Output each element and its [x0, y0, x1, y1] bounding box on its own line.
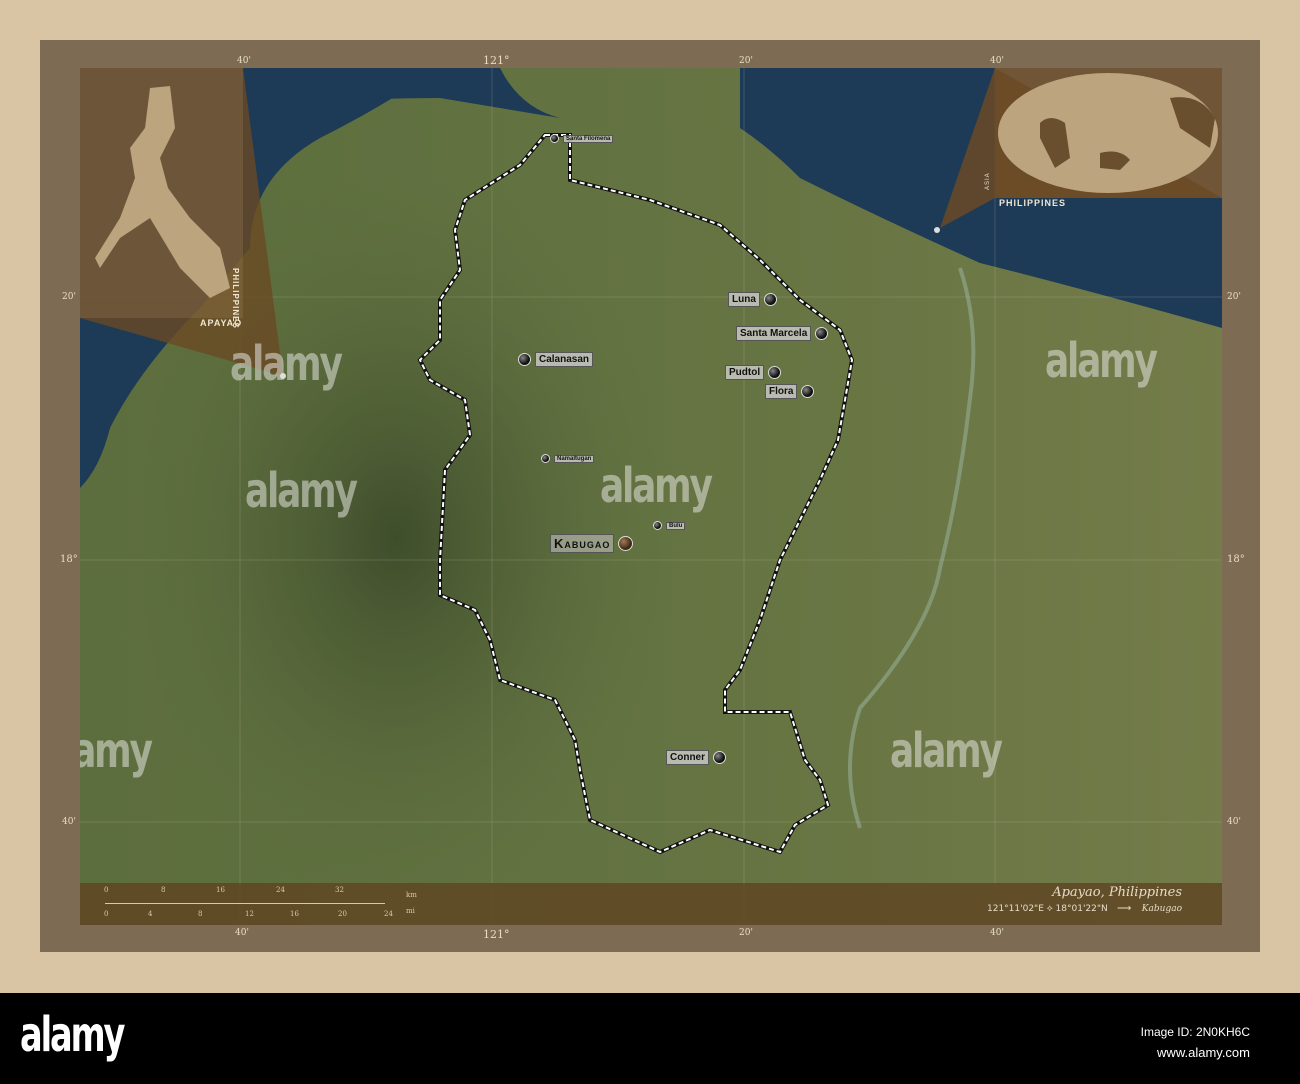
grid-tick-top: 121°	[483, 54, 510, 67]
place-flora[interactable]: Flora	[765, 384, 815, 399]
watermark: alamy	[600, 458, 713, 514]
settlement-marker	[815, 327, 829, 340]
inset-apayao-label: Apayao	[200, 318, 243, 328]
grid-tick-right: 18°	[1227, 554, 1245, 565]
place-namaltugan[interactable]: Namaltugan	[541, 454, 595, 463]
grid-tick-top: 40'	[990, 56, 1004, 66]
scale-mi-tick: 20	[338, 910, 347, 918]
settlement-marker	[768, 366, 782, 379]
place-conner[interactable]: Conner	[666, 750, 726, 765]
scale-mi-tick: 16	[290, 910, 299, 918]
grid-tick-right: 40'	[1227, 817, 1241, 827]
place-luna[interactable]: Luna	[728, 292, 777, 307]
place-santa-marcela[interactable]: Santa Marcela	[736, 326, 829, 341]
scale-km-tick: 32	[335, 886, 344, 894]
settlement-marker	[541, 454, 550, 463]
scale-km-unit: km	[406, 891, 417, 899]
grid-tick-bottom: 40'	[235, 928, 249, 938]
place-label: Kabugao	[550, 534, 615, 553]
settlement-marker	[763, 293, 777, 306]
place-label: Conner	[666, 750, 709, 765]
place-label: Pudtol	[725, 365, 765, 380]
grid-tick-bottom: 40'	[990, 928, 1004, 938]
settlement-marker	[653, 521, 662, 530]
grid-tick-bottom: 121°	[483, 928, 510, 941]
watermark: alamy	[230, 336, 343, 392]
grid-tick-top: 40'	[237, 56, 251, 66]
place-kabugao-capital[interactable]: Kabugao	[550, 534, 634, 553]
capital-marker	[618, 536, 634, 551]
scale-km-tick: 16	[216, 886, 225, 894]
scale-mi-tick: 24	[384, 910, 393, 918]
place-pudtol[interactable]: Pudtol	[725, 365, 782, 380]
watermark: alamy	[245, 463, 358, 519]
place-label: Santa Filomena	[563, 134, 614, 143]
watermark: alamy	[80, 723, 153, 779]
grid-tick-left: 20'	[62, 292, 76, 302]
settlement-marker	[550, 134, 559, 143]
inset-asia-label: Asia	[985, 172, 991, 190]
settlement-marker	[713, 751, 726, 764]
scale-mi-tick: 8	[198, 910, 203, 918]
scale-km-tick: 8	[161, 886, 166, 894]
scale-mi-tick: 0	[104, 910, 109, 918]
place-label: Namaltugan	[554, 454, 595, 463]
place-santa-filomena[interactable]: Santa Filomena	[550, 134, 614, 143]
place-label: Calanasan	[535, 352, 594, 367]
scale-km-tick: 0	[104, 886, 109, 894]
settlement-marker	[518, 353, 531, 366]
capital-coordinates: 121°11'02"E ⟡ 18°01'22"N	[987, 904, 1108, 914]
image-id: Image ID: 2N0KH6C	[1140, 1025, 1250, 1039]
grid-tick-top: 20'	[739, 56, 753, 66]
capital-name: Kabugao	[1141, 904, 1182, 914]
watermark-footer: alamy Image ID: 2N0KH6C www.alamy.com	[0, 993, 1300, 1084]
grid-tick-right: 20'	[1227, 292, 1241, 302]
scale-mi-unit: mi	[406, 907, 415, 915]
watermark: alamy	[1045, 333, 1158, 389]
inset-world-philippines-label: Philippines	[999, 198, 1067, 208]
satellite-map: Philippines Apayao Asia Philippines Sant…	[80, 68, 1222, 925]
world-shape	[998, 73, 1218, 193]
scale-mi-tick: 4	[148, 910, 153, 918]
scale-mi-tick: 12	[245, 910, 254, 918]
map-title: Apayao, Philippines	[1052, 885, 1182, 900]
place-label: Bulu	[666, 521, 686, 530]
alamy-url: www.alamy.com	[1157, 1045, 1250, 1060]
grid-tick-bottom: 20'	[739, 928, 753, 938]
place-calanasan[interactable]: Calanasan	[518, 352, 594, 367]
grid-tick-left: 40'	[62, 817, 76, 827]
place-label: Luna	[728, 292, 760, 307]
place-bulu[interactable]: Bulu	[653, 521, 686, 530]
arrow-icon: ⟶	[1117, 903, 1132, 914]
grid-tick-left: 18°	[60, 554, 78, 565]
place-label: Santa Marcela	[736, 326, 812, 341]
map-legend: 0 8 16 24 32 km 0 4 8 12 16 20 24 mi Apa…	[80, 883, 1222, 925]
alamy-logo: alamy	[20, 1007, 125, 1063]
scale-km-tick: 24	[276, 886, 285, 894]
watermark: alamy	[890, 723, 1003, 779]
place-label: Flora	[765, 384, 798, 399]
scale-bar	[105, 903, 385, 904]
settlement-marker	[801, 385, 815, 398]
